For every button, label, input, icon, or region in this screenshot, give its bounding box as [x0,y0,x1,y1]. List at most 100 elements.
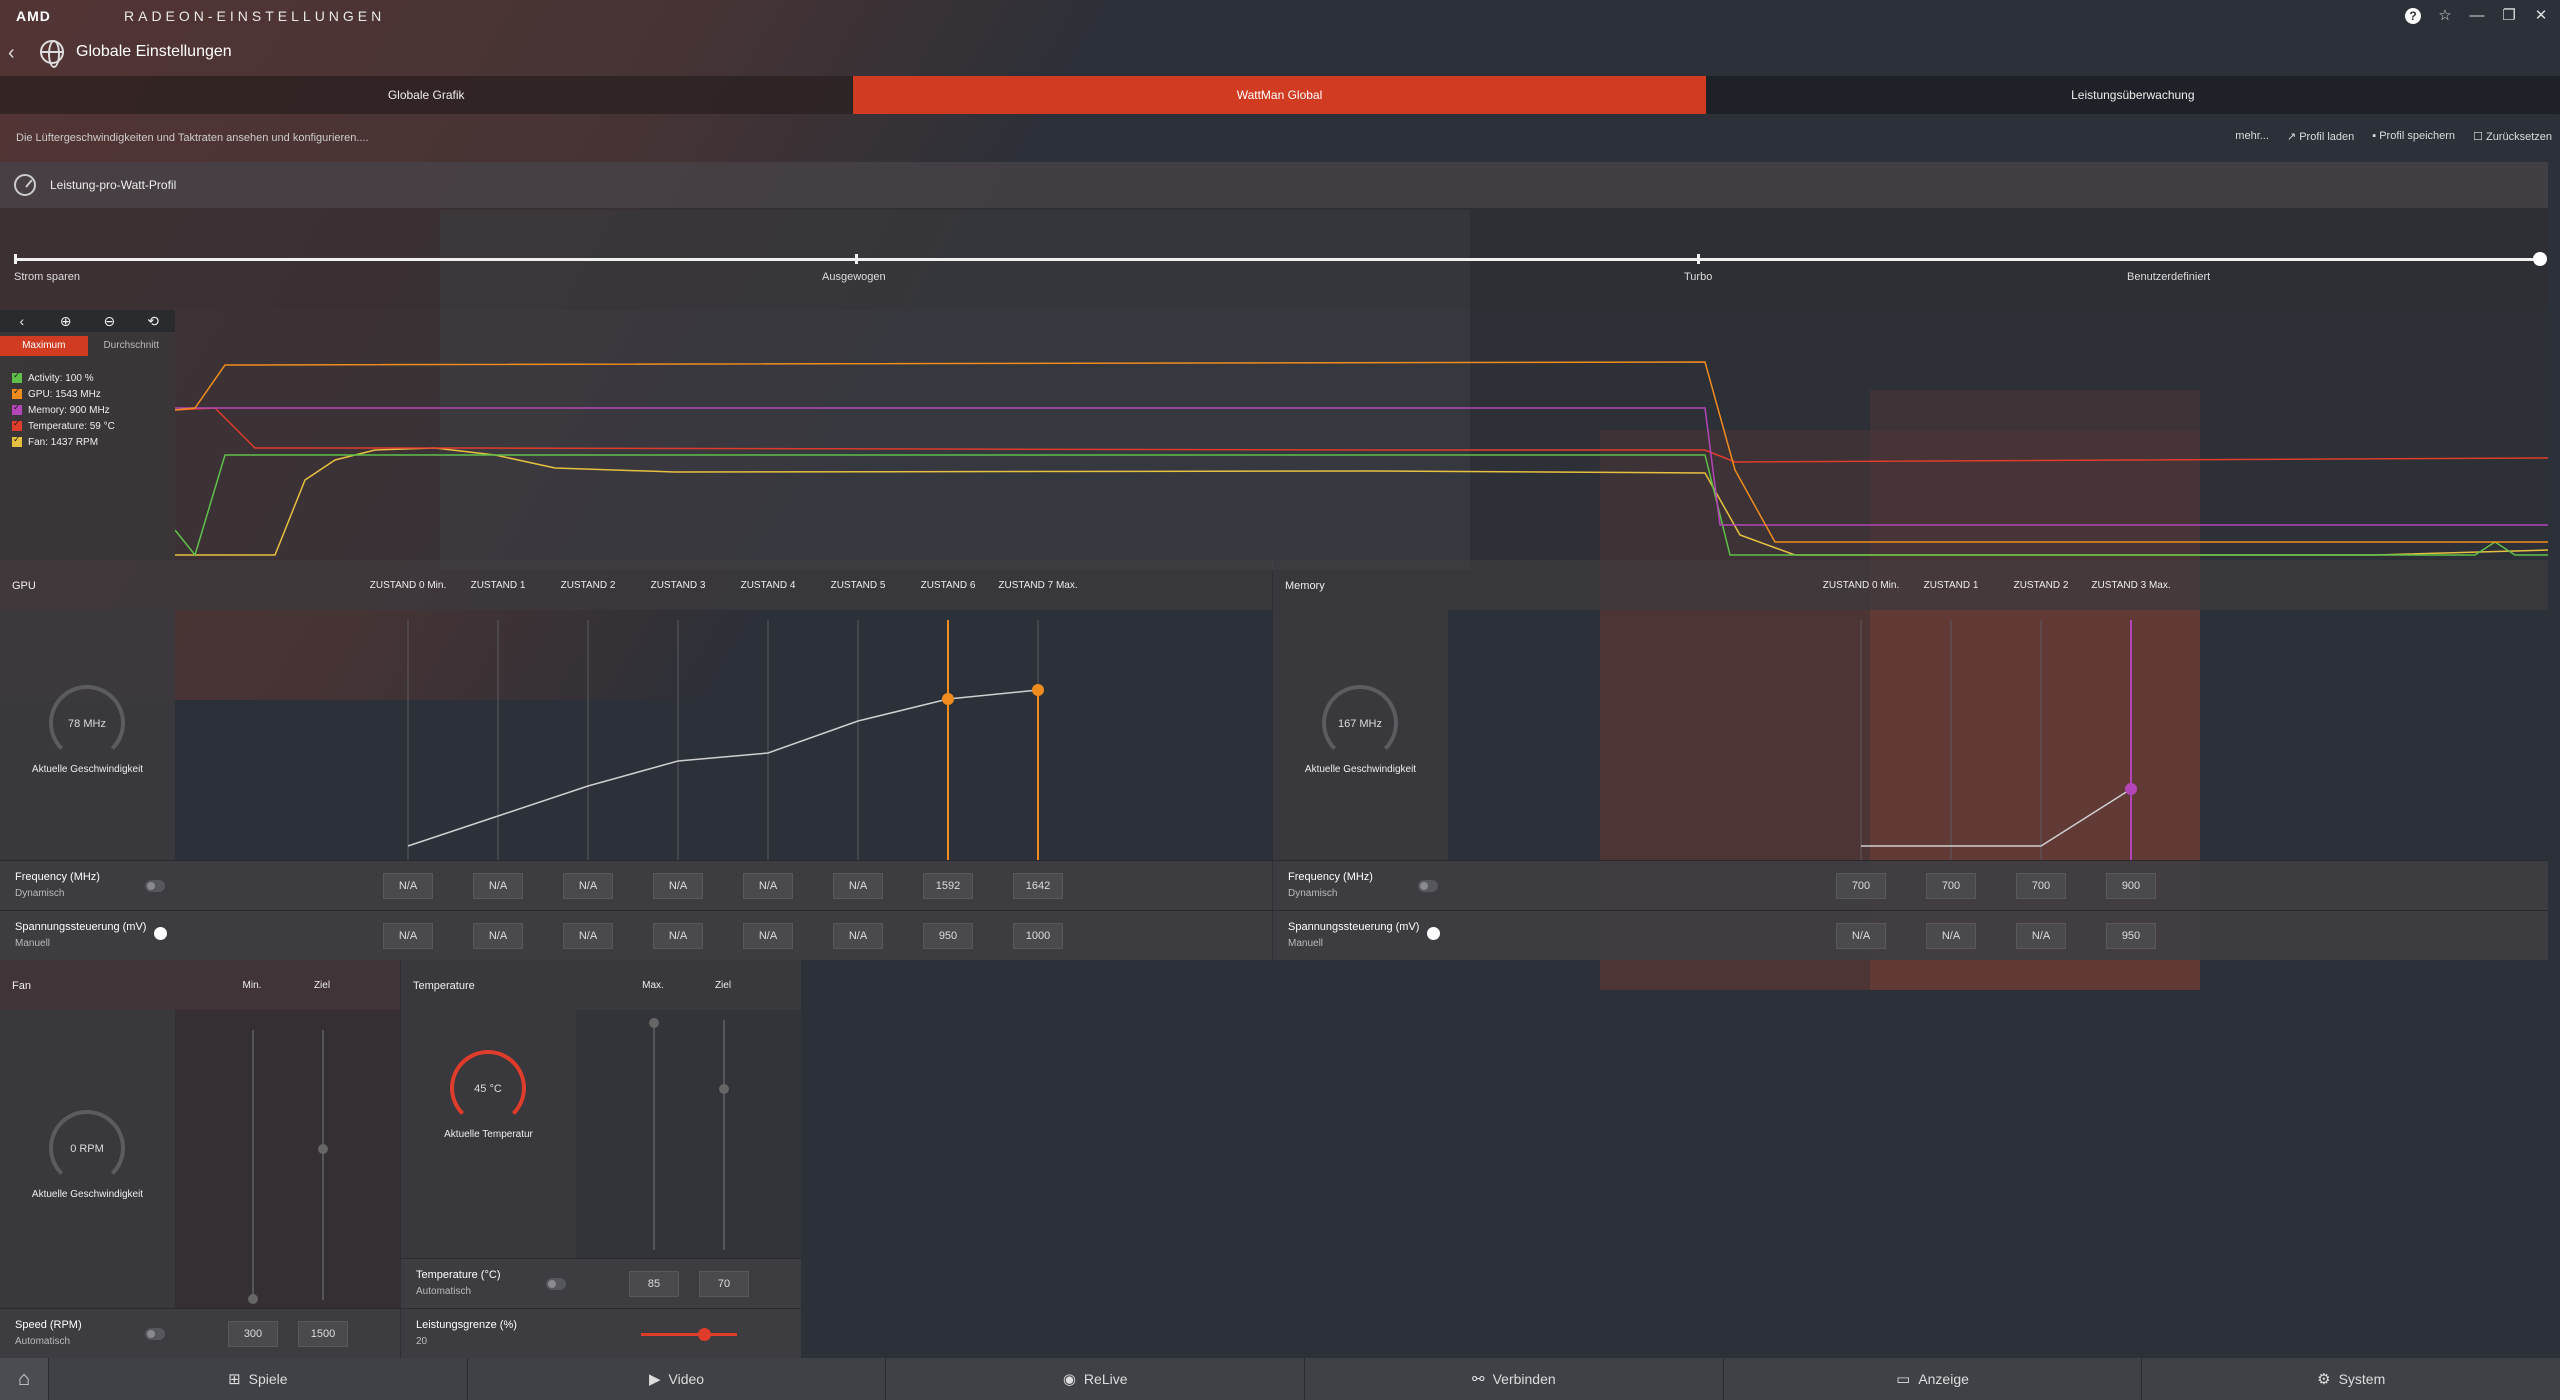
checkbox-icon[interactable] [12,434,22,447]
gpu-state6-handle[interactable] [942,693,954,705]
slider-option-benutzerdefiniert[interactable]: Benutzerdefiniert [2127,271,2210,283]
legend-item[interactable]: GPU: 1543 MHz [12,386,175,402]
legend-item[interactable]: Temperature: 59 °C [12,418,175,434]
temperature-toggle[interactable] [546,1278,566,1290]
fan-target-value[interactable]: 1500 [298,1321,348,1347]
nav-relive[interactable]: ◉ ReLive [885,1358,1305,1400]
memory-curve-chart[interactable] [1448,610,2548,860]
memory-state3-handle[interactable] [2125,783,2137,795]
fan-panel: Fan Min. Ziel 0 RPM Aktuelle Geschwindig… [0,960,400,1358]
gpu-voltage-toggle[interactable] [154,927,167,940]
power-limit-handle[interactable] [698,1328,711,1341]
reset-button[interactable]: ☐ Zurücksetzen [2473,130,2552,143]
gpu-frequency-value[interactable]: 1592 [923,873,973,899]
checkbox-icon[interactable] [12,370,22,383]
minimize-icon[interactable]: — [2466,4,2488,28]
gpu-voltage-value[interactable]: N/A [653,923,703,949]
gpu-voltage-value[interactable]: N/A [383,923,433,949]
nav-spiele[interactable]: ⊞ Spiele [48,1358,467,1400]
slider-option-ausgewogen[interactable]: Ausgewogen [822,271,886,283]
memory-voltage-value[interactable]: N/A [1836,923,1886,949]
gpu-voltage-value[interactable]: N/A [833,923,883,949]
nav-verbinden[interactable]: ⚯ Verbinden [1304,1358,1723,1400]
memory-voltage-label: Spannungssteuerung (mV) [1288,921,1420,933]
gpu-voltage-value[interactable]: N/A [473,923,523,949]
temperature-max-value[interactable]: 85 [629,1271,679,1297]
memory-frequency-value[interactable]: 700 [1836,873,1886,899]
nav-system[interactable]: ⚙ System [2141,1358,2560,1400]
fan-target-slider[interactable] [322,1030,324,1300]
restore-icon[interactable]: ❐ [2498,4,2520,28]
fan-min-handle[interactable] [248,1294,258,1304]
tab-wattman-global[interactable]: WattMan Global [853,76,1707,114]
gpu-voltage-value[interactable]: 1000 [1013,923,1063,949]
nav-anzeige[interactable]: ▭ Anzeige [1722,1358,2142,1400]
memory-voltage-value[interactable]: N/A [1926,923,1976,949]
temperature-target-slider[interactable] [723,1020,725,1250]
checkbox-icon[interactable] [12,402,22,415]
more-link[interactable]: mehr... [2235,130,2269,143]
slider-track[interactable] [14,258,2540,261]
tab-globale-grafik[interactable]: Globale Grafik [0,76,854,114]
gpu-frequency-value[interactable]: N/A [743,873,793,899]
gpu-voltage-value[interactable]: N/A [563,923,613,949]
gpu-curve-chart[interactable] [175,610,1272,860]
memory-voltage-toggle[interactable] [1427,927,1440,940]
fan-min-slider[interactable] [252,1030,254,1300]
gpu-state7-handle[interactable] [1032,684,1044,696]
slider-option-strom-sparen[interactable]: Strom sparen [14,271,80,283]
help-icon[interactable]: ? [2402,4,2424,28]
temperature-gauge-value: 45 °C [474,1083,502,1095]
gpu-frequency-value[interactable]: N/A [563,873,613,899]
gpu-frequency-value[interactable]: 1642 [1013,873,1063,899]
back-icon[interactable]: ‹ [8,42,15,65]
nav-label: ReLive [1083,1371,1128,1387]
temperature-max-handle[interactable] [649,1018,659,1028]
gpu-voltage-value[interactable]: N/A [743,923,793,949]
reset-zoom-icon[interactable]: ⟲ [131,310,175,332]
memory-voltage-value[interactable]: N/A [2016,923,2066,949]
gpu-panel: GPU ZUSTAND 0 Min. ZUSTAND 1 ZUSTAND 2 Z… [0,560,1272,960]
temperature-target-handle[interactable] [719,1084,729,1094]
gpu-frequency-value[interactable]: N/A [653,873,703,899]
gpu-state-label: ZUSTAND 4 [740,580,796,591]
zoom-out-icon[interactable]: ⊖ [88,310,132,332]
gpu-frequency-value[interactable]: N/A [833,873,883,899]
memory-frequency-value[interactable]: 700 [2016,873,2066,899]
close-icon[interactable]: ✕ [2530,4,2552,28]
memory-voltage-value[interactable]: 950 [2106,923,2156,949]
slider-knob[interactable] [2533,252,2547,266]
temperature-max-slider[interactable] [653,1020,655,1250]
home-icon[interactable]: ⌂ [0,1358,48,1400]
star-icon[interactable]: ☆ [2434,4,2456,28]
gamepad-icon: ⊞ [228,1371,241,1388]
gpu-voltage-value[interactable]: 950 [923,923,973,949]
load-profile-button[interactable]: ↗ Profil laden [2287,130,2354,143]
tab-leistungsueberwachung[interactable]: Leistungsüberwachung [1706,76,2560,114]
save-profile-button[interactable]: ▪ Profil speichern [2372,130,2455,143]
zoom-in-icon[interactable]: ⊕ [44,310,88,332]
temperature-mode: Automatisch [416,1286,472,1297]
mode-maximum-button[interactable]: Maximum [0,336,88,356]
fan-speed-toggle[interactable] [145,1328,165,1340]
temperature-target-value[interactable]: 70 [699,1271,749,1297]
memory-frequency-toggle[interactable] [1418,880,1438,892]
legend-item[interactable]: Fan: 1437 RPM [12,434,175,450]
nav-video[interactable]: ▶ Video [466,1358,886,1400]
fan-min-value[interactable]: 300 [228,1321,278,1347]
legend-item[interactable]: Activity: 100 % [12,370,175,386]
memory-frequency-value[interactable]: 700 [1926,873,1976,899]
gpu-frequency-value[interactable]: N/A [383,873,433,899]
profile-slider[interactable]: Strom sparen Ausgewogen Turbo Benutzerde… [0,208,2548,310]
chevron-left-icon[interactable]: ‹ [0,310,44,332]
power-limit-slider[interactable] [641,1333,737,1336]
memory-frequency-value[interactable]: 900 [2106,873,2156,899]
legend-item[interactable]: Memory: 900 MHz [12,402,175,418]
gpu-frequency-value[interactable]: N/A [473,873,523,899]
fan-target-handle[interactable] [318,1144,328,1154]
slider-option-turbo[interactable]: Turbo [1684,271,1712,283]
mode-average-button[interactable]: Durchschnitt [88,336,176,356]
gpu-frequency-toggle[interactable] [145,880,165,892]
checkbox-icon[interactable] [12,386,22,399]
checkbox-icon[interactable] [12,418,22,431]
